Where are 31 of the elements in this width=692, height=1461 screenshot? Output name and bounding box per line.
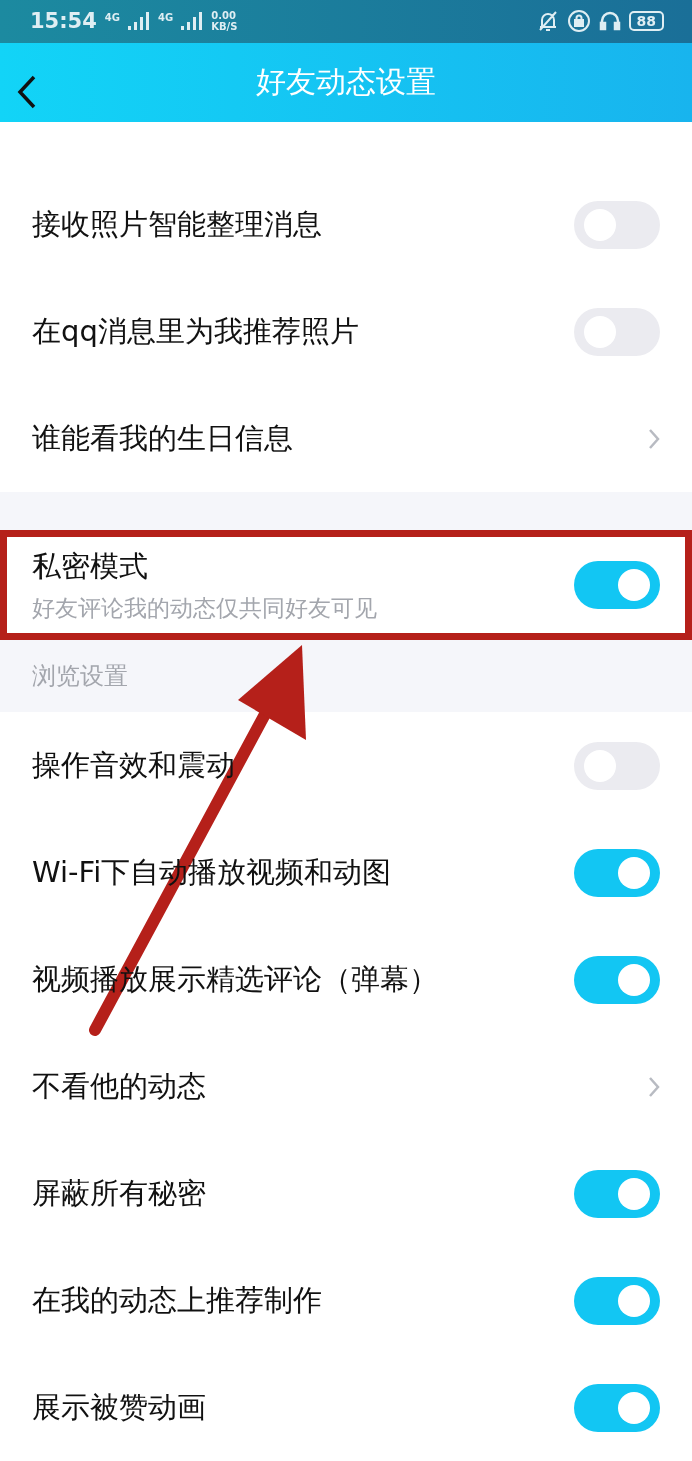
chevron-right-icon <box>648 1075 660 1098</box>
toggle-switch[interactable] <box>574 848 660 897</box>
battery-level: 88 <box>628 11 664 32</box>
toggle-switch[interactable] <box>574 561 660 609</box>
page-title: 好友动态设置 <box>256 62 436 101</box>
chevron-right-icon <box>648 427 660 450</box>
setting-label: 展示被赞动画 <box>32 1388 207 1426</box>
setting-label: 操作音效和震动 <box>32 746 236 784</box>
network-label: 4G <box>104 12 121 23</box>
setting-label: 不看他的动态 <box>32 1067 207 1105</box>
toggle-switch[interactable] <box>574 1276 660 1325</box>
network-label: 4G <box>158 12 174 23</box>
network-speed: 0.00 KB/S <box>211 10 238 33</box>
setting-label: 屏蔽所有秘密 <box>32 1174 207 1212</box>
signal-icon <box>181 12 204 31</box>
status-time: 15:54 <box>30 9 97 34</box>
toggle-switch[interactable] <box>574 955 660 1004</box>
signal-icon <box>128 12 151 31</box>
back-icon[interactable] <box>16 74 38 109</box>
section-title: 浏览设置 <box>32 661 128 692</box>
setting-label: 在我的动态上推荐制作 <box>32 1281 323 1319</box>
setting-description: 好友评论我的动态仅共同好友可见 <box>32 593 378 623</box>
lock-icon <box>566 9 591 34</box>
setting-label: 在qq消息里为我推荐照片 <box>32 312 360 350</box>
headphones-icon <box>598 10 621 33</box>
setting-label: 谁能看我的生日信息 <box>32 419 294 457</box>
bell-off-icon <box>536 10 559 33</box>
toggle-switch[interactable] <box>574 1169 660 1218</box>
setting-label: 接收照片智能整理消息 <box>32 205 323 243</box>
setting-label: 私密模式 <box>32 547 149 585</box>
toggle-switch[interactable] <box>574 1383 660 1432</box>
